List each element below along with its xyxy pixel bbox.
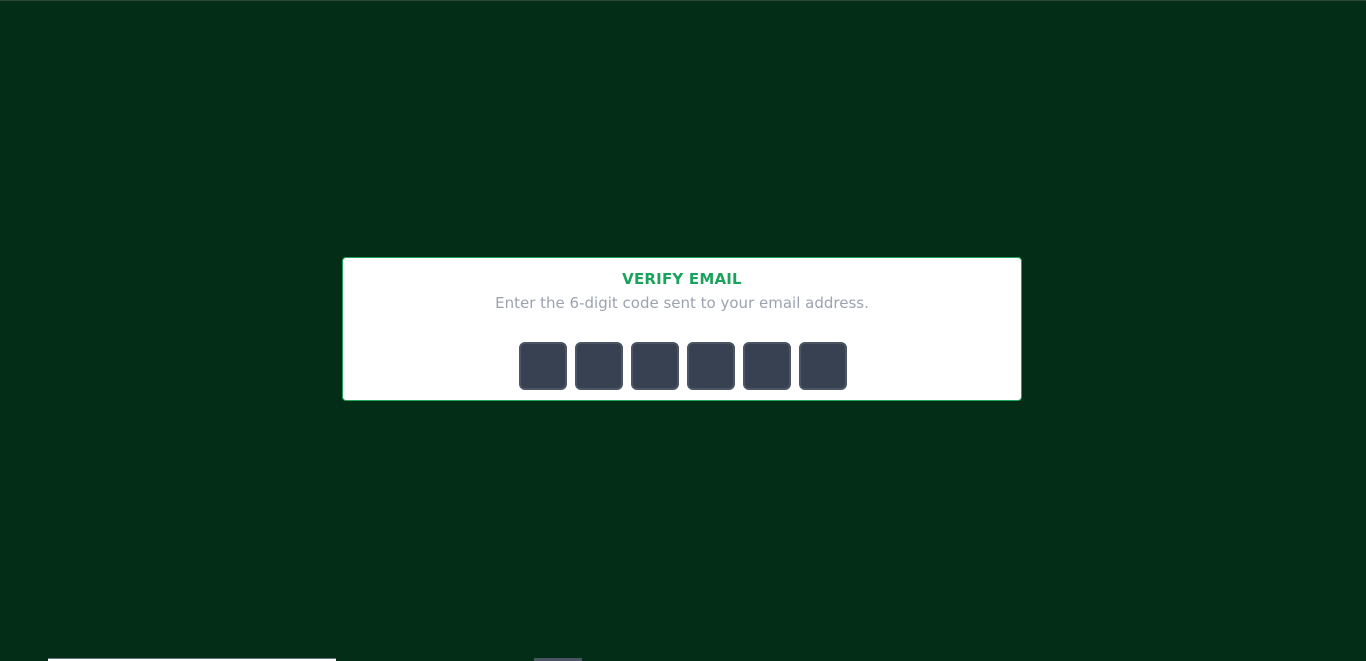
verify-email-title: VERIFY EMAIL	[622, 270, 742, 288]
top-border	[0, 0, 1366, 1]
code-digit-4[interactable]	[687, 342, 735, 390]
verify-email-subtitle: Enter the 6-digit code sent to your emai…	[495, 294, 869, 312]
code-digit-6[interactable]	[799, 342, 847, 390]
code-digit-1[interactable]	[519, 342, 567, 390]
code-digit-5[interactable]	[743, 342, 791, 390]
code-digit-3[interactable]	[631, 342, 679, 390]
verify-email-card: VERIFY EMAIL Enter the 6-digit code sent…	[342, 257, 1022, 401]
code-input-row	[519, 342, 847, 390]
code-digit-2[interactable]	[575, 342, 623, 390]
